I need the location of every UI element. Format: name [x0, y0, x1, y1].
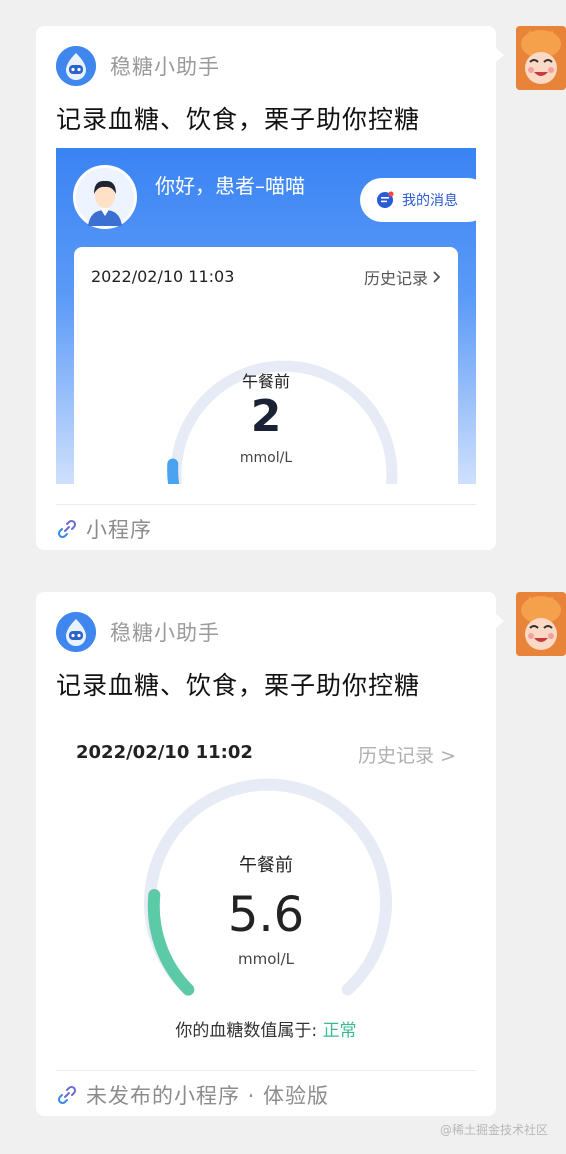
message-icon — [377, 191, 394, 208]
user-avatar-icon — [73, 165, 137, 229]
glucose-value: 2 — [250, 391, 282, 442]
tiger-avatar-icon — [516, 26, 566, 90]
tiger-avatar-icon — [516, 592, 566, 656]
my-messages-button[interactable]: 我的消息 — [360, 178, 476, 222]
app-header: 稳糖小助手 — [56, 46, 220, 86]
mini-program-card[interactable]: 稳糖小助手 记录血糖、饮食，栗子助你控糖 你好，患者–喵喵 我的消息 2022/ — [36, 26, 504, 550]
glucose-panel: 2022/02/10 11:03 历史记录 午餐前 2 mmol/L — [74, 247, 458, 484]
divider — [56, 504, 476, 505]
greeting-text: 你好，患者–喵喵 — [155, 174, 305, 198]
share-title: 记录血糖、饮食，栗子助你控糖 — [56, 105, 421, 134]
preview-image: 你好，患者–喵喵 我的消息 2022/02/10 11:03 历史记录 午餐前 … — [56, 148, 476, 484]
mini-program-footer: 小程序 — [56, 514, 152, 544]
watermark: @稀土掘金技术社区 — [439, 1123, 548, 1137]
glucose-value: 5.6 — [227, 887, 305, 943]
mini-program-card[interactable]: 稳糖小助手 记录血糖、饮食，栗子助你控糖 2022/02/10 11:02 历史… — [36, 592, 504, 1116]
status-value: 正常 — [322, 1021, 357, 1041]
link-icon — [57, 519, 77, 539]
link-icon — [57, 1085, 77, 1105]
gauge-low-arc — [167, 458, 180, 484]
mini-program-footer: 未发布的小程序 · 体验版 — [56, 1080, 329, 1110]
meal-label: 午餐前 — [241, 372, 290, 391]
glucose-gauge — [167, 360, 398, 484]
glucose-unit: mmol/L — [239, 450, 293, 466]
mini-program-label: 未发布的小程序 · 体验版 — [86, 1084, 330, 1108]
divider — [56, 1070, 476, 1071]
glucose-status: 你的血糖数值属于: 正常 — [36, 1016, 496, 1041]
status-prefix: 你的血糖数值属于: — [175, 1021, 318, 1041]
robot-drop-icon — [56, 46, 96, 86]
mini-program-label: 小程序 — [86, 518, 152, 542]
meal-label: 午餐前 — [239, 855, 293, 876]
my-messages-label: 我的消息 — [402, 193, 458, 209]
app-name: 稳糖小助手 — [110, 55, 220, 79]
glucose-unit: mmol/L — [238, 950, 294, 968]
sender-avatar[interactable] — [516, 592, 566, 656]
sender-avatar[interactable] — [516, 26, 566, 90]
